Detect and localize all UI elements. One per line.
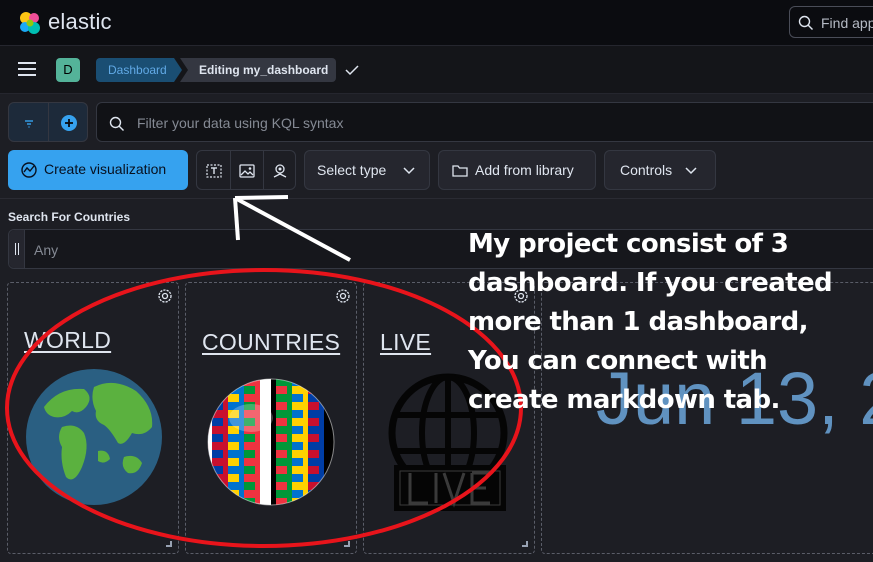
dashboard-panel-world[interactable]: WORLD [7,282,179,554]
flags-globe-icon [207,378,335,506]
search-icon [798,15,813,30]
global-search-placeholder: Find app [821,15,873,31]
filter-button-group [8,102,88,142]
add-from-library-button[interactable]: Add from library [438,150,596,190]
kql-placeholder: Filter your data using KQL syntax [137,115,344,131]
breadcrumb-dashboard[interactable]: Dashboard [96,58,182,82]
select-type-label: Select type [317,162,387,178]
panel-title[interactable]: LIVE [380,329,431,356]
chevron-down-icon [403,167,415,175]
add-filter-icon[interactable] [60,114,78,132]
filter-icon[interactable] [22,116,36,130]
checkmark-icon[interactable] [344,62,360,78]
global-search-input[interactable]: Find app [789,6,873,38]
create-visualization-label: Create visualization [44,161,167,177]
panel-title[interactable]: COUNTRIES [202,329,340,356]
add-from-library-label: Add from library [475,162,574,178]
kql-search-input[interactable]: Filter your data using KQL syntax [96,102,873,142]
earth-globe-icon [26,369,162,505]
breadcrumb-editing: Editing my_dashboard [180,58,336,82]
search-icon [109,116,124,131]
image-icon[interactable] [238,162,256,180]
annotation-line: create markdown tab. [468,385,780,415]
top-header [0,0,873,46]
resize-handle[interactable] [166,541,172,547]
dashboard-panel-countries[interactable]: COUNTRIES [185,282,357,554]
hamburger-menu-icon[interactable] [18,62,38,78]
chevron-down-icon [685,167,697,175]
markdown-text-icon[interactable] [205,162,223,180]
drag-handle[interactable] [9,230,25,268]
controls-label: Controls [620,162,673,178]
select-type-button[interactable]: Select type [304,150,430,190]
panel-title[interactable]: WORLD [24,327,111,354]
elastic-logo[interactable] [16,9,44,37]
space-avatar[interactable]: D [56,58,80,82]
control-placeholder: Any [34,242,59,258]
control-title: Search For Countries [8,210,131,224]
quick-add-button-group [196,150,296,190]
section-divider [0,198,873,199]
annotation-line: My project consist of 3 [468,229,789,259]
gear-icon[interactable] [156,287,174,305]
resize-handle[interactable] [522,541,528,547]
controls-button[interactable]: Controls [604,150,716,190]
create-visualization-button[interactable]: Create visualization [8,150,188,190]
annotation-line: more than 1 dashboard, [468,307,809,337]
brand-name: elastic [48,9,112,34]
annotation-text: My project consist of 3 dashboard. If yo… [468,225,873,420]
annotation-line: dashboard. If you created [468,268,833,298]
maps-icon[interactable] [271,162,289,180]
annotation-line: You can connect with [468,346,768,376]
resize-handle[interactable] [344,541,350,547]
folder-icon [452,165,468,177]
gear-icon[interactable] [334,287,352,305]
visualize-app-icon [21,162,37,178]
